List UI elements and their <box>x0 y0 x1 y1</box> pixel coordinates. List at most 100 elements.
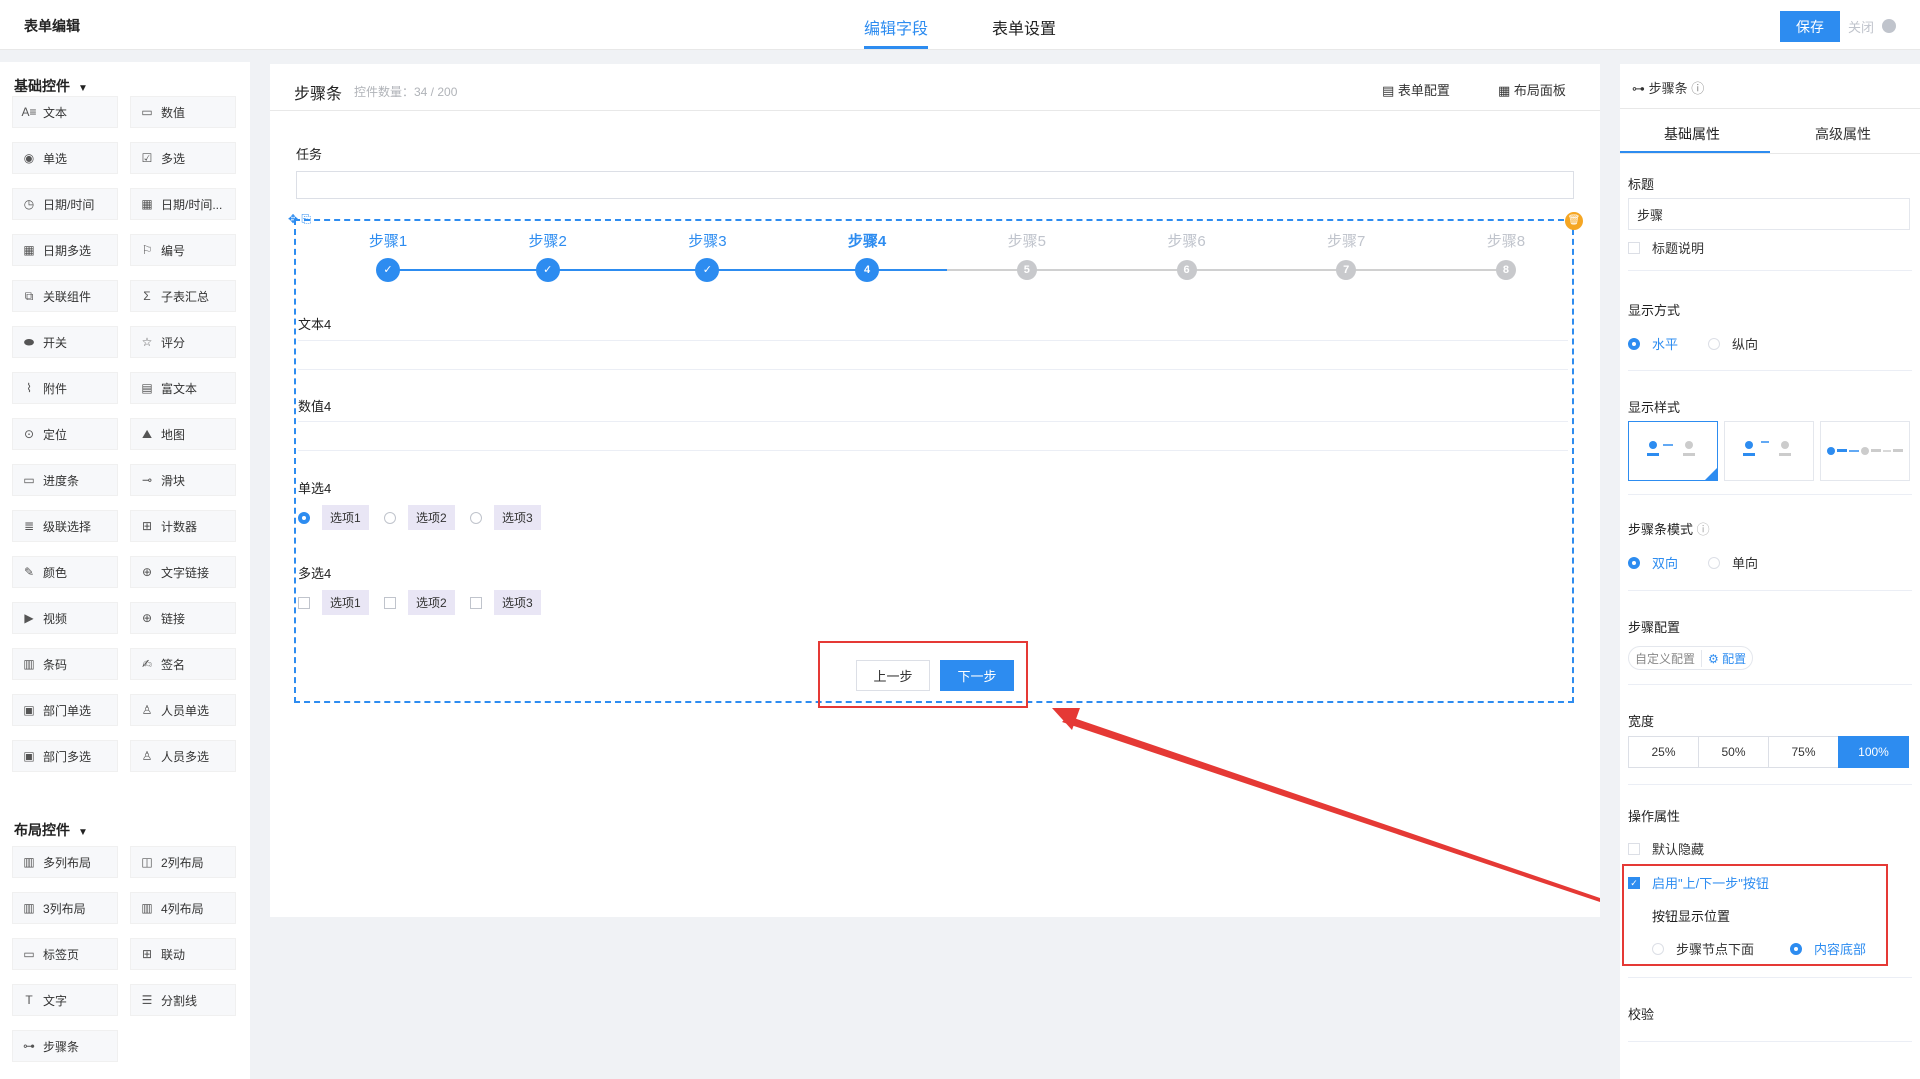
width-option-50[interactable]: 50% <box>1698 736 1769 768</box>
palette-item-columns[interactable]: ▥ 多列布局 <box>12 846 118 878</box>
palette-item-checkbox[interactable]: ☑ 多选 <box>130 142 236 174</box>
columns-icon: ▥ <box>23 855 35 869</box>
title-desc-checkbox[interactable]: 标题说明 <box>1628 238 1704 257</box>
step-title[interactable]: 步骤3 <box>667 230 747 251</box>
step-node[interactable]: 8 <box>1495 260 1516 280</box>
step-node[interactable]: 6 <box>1176 260 1197 280</box>
palette-item-divider[interactable]: ☰ 分割线 <box>130 984 236 1016</box>
text-field-input[interactable] <box>298 340 1568 370</box>
step-title[interactable]: 步骤8 <box>1466 230 1546 251</box>
title-prop-input[interactable] <box>1628 198 1910 230</box>
palette-item-barcode[interactable]: ▥ 条码 <box>12 648 118 680</box>
palette-item-label: 人员单选 <box>161 703 210 718</box>
step-node[interactable]: 4 <box>855 258 880 282</box>
palette-item-globe[interactable]: ⊕ 文字链接 <box>130 556 236 588</box>
width-option-25[interactable]: 25% <box>1628 736 1699 768</box>
step-title[interactable]: 步骤1 <box>348 230 428 251</box>
palette-item-tabs[interactable]: ▭ 标签页 <box>12 938 118 970</box>
palette-item-three-columns[interactable]: ▥ 3列布局 <box>12 892 118 924</box>
task-field-label: 任务 <box>296 147 323 162</box>
palette-item-dept[interactable]: ▣ 部门单选 <box>12 694 118 726</box>
dept-multi-icon: ▣ <box>23 749 35 763</box>
palette-item-toggle[interactable]: ⬬ 开关 <box>12 326 118 358</box>
palette-item-steps[interactable]: ⊶ 步骤条 <box>12 1030 118 1062</box>
close-toggle-icon[interactable] <box>1882 19 1896 33</box>
step-config-control[interactable]: 自定义配置 ⚙ 配置 <box>1628 646 1754 670</box>
step-mode-two-way-radio[interactable]: 双向 <box>1628 553 1678 572</box>
palette-item-progress[interactable]: ▭ 进度条 <box>12 464 118 496</box>
palette-item-dept-multi[interactable]: ▣ 部门多选 <box>12 740 118 772</box>
style-option-2[interactable] <box>1724 421 1814 481</box>
step-title[interactable]: 步骤4 <box>827 230 907 251</box>
step-title[interactable]: 步骤5 <box>987 230 1067 251</box>
step-title[interactable]: 步骤6 <box>1147 230 1227 251</box>
step-done-check-icon[interactable]: ✓ <box>535 258 560 282</box>
palette-item-location[interactable]: ⊙ 定位 <box>12 418 118 450</box>
palette-item-user[interactable]: ♙ 人员单选 <box>130 694 236 726</box>
checkbox-option[interactable]: 选项2 <box>384 590 455 615</box>
palette-item-richtext[interactable]: ▤ 富文本 <box>130 372 236 404</box>
palette-item-map[interactable]: ⛰ 地图 <box>130 418 236 450</box>
width-option-75[interactable]: 75% <box>1768 736 1839 768</box>
basic-controls-header[interactable]: 基础控件 ▼ <box>14 76 88 96</box>
tab-advanced-props[interactable]: 高级属性 <box>1815 124 1871 144</box>
palette-item-number[interactable]: ▭ 数值 <box>130 96 236 128</box>
step-title[interactable]: 步骤7 <box>1306 230 1386 251</box>
save-button[interactable]: 保存 <box>1780 11 1840 42</box>
separator <box>1628 370 1912 371</box>
palette-item-linkage[interactable]: ⊞ 联动 <box>130 938 236 970</box>
delete-icon[interactable]: 🗑 <box>1565 212 1583 230</box>
palette-item-link-box[interactable]: ⧉ 关联组件 <box>12 280 118 312</box>
palette-item-color-picker[interactable]: ✎ 颜色 <box>12 556 118 588</box>
move-handle-icon[interactable]: ✥ ⎘ <box>288 212 311 227</box>
palette-item-text[interactable]: A≡ 文本 <box>12 96 118 128</box>
palette-item-two-columns[interactable]: ◫ 2列布局 <box>130 846 236 878</box>
step-config-link[interactable]: ⚙ 配置 <box>1701 649 1752 667</box>
steps-component-selected[interactable] <box>294 219 1574 703</box>
palette-item-four-columns[interactable]: ▥ 4列布局 <box>130 892 236 924</box>
step-mode-one-way-radio[interactable]: 单向 <box>1708 553 1758 572</box>
default-hidden-checkbox[interactable]: 默认隐藏 <box>1628 839 1704 858</box>
layout-panel-button[interactable]: ▦ 布局面板 <box>1498 80 1566 99</box>
palette-item-signature[interactable]: ✍ 签名 <box>130 648 236 680</box>
step-config-custom-label: 自定义配置 <box>1635 651 1696 666</box>
close-button[interactable]: 关闭 <box>1848 17 1874 36</box>
radio-option[interactable]: 选项2 <box>384 505 455 530</box>
palette-item-video[interactable]: ▶ 视频 <box>12 602 118 634</box>
style-option-1[interactable] <box>1628 421 1718 481</box>
palette-item-calendar[interactable]: ▦ 日期/时间... <box>130 188 236 220</box>
task-input[interactable] <box>296 171 1574 199</box>
style-option-3[interactable] <box>1820 421 1910 481</box>
palette-item-tag[interactable]: ⚐ 编号 <box>130 234 236 266</box>
palette-item-sigma[interactable]: Σ 子表汇总 <box>130 280 236 312</box>
step-done-check-icon[interactable]: ✓ <box>376 258 400 282</box>
progress-icon: ▭ <box>23 473 35 487</box>
palette-item-calendar-multi[interactable]: ▦ 日期多选 <box>12 234 118 266</box>
tab-edit-fields[interactable]: 编辑字段 <box>864 15 928 39</box>
layout-controls-header[interactable]: 布局控件 ▼ <box>14 820 88 840</box>
palette-item-slider[interactable]: ⊸ 滑块 <box>130 464 236 496</box>
tab-form-settings[interactable]: 表单设置 <box>992 15 1056 39</box>
palette-item-cascade[interactable]: ≣ 级联选择 <box>12 510 118 542</box>
checkbox-option[interactable]: 选项3 <box>470 590 541 615</box>
step-title[interactable]: 步骤2 <box>508 230 588 251</box>
palette-item-star[interactable]: ☆ 评分 <box>130 326 236 358</box>
palette-item-users[interactable]: ♙ 人员多选 <box>130 740 236 772</box>
radio-option[interactable]: 选项1 <box>298 505 369 530</box>
radio-option[interactable]: 选项3 <box>470 505 541 530</box>
checkbox-option[interactable]: 选项1 <box>298 590 369 615</box>
palette-item-clock[interactable]: ◷ 日期/时间 <box>12 188 118 220</box>
tab-basic-props[interactable]: 基础属性 <box>1664 124 1720 144</box>
step-node[interactable]: 5 <box>1016 260 1037 280</box>
palette-item-paperclip[interactable]: ⌇ 附件 <box>12 372 118 404</box>
display-mode-vertical-radio[interactable]: 纵向 <box>1708 334 1758 353</box>
palette-item-counter[interactable]: ⊞ 计数器 <box>130 510 236 542</box>
separator <box>1628 1041 1912 1042</box>
palette-item-globe-link[interactable]: ⊕ 链接 <box>130 602 236 634</box>
number-field-input[interactable] <box>298 421 1568 451</box>
palette-item-type[interactable]: T 文字 <box>12 984 118 1016</box>
palette-item-radio[interactable]: ◉ 单选 <box>12 142 118 174</box>
form-config-button[interactable]: ▤ 表单配置 <box>1382 80 1450 99</box>
display-mode-horizontal-radio[interactable]: 水平 <box>1628 334 1678 353</box>
width-option-100[interactable]: 100% <box>1838 736 1909 768</box>
